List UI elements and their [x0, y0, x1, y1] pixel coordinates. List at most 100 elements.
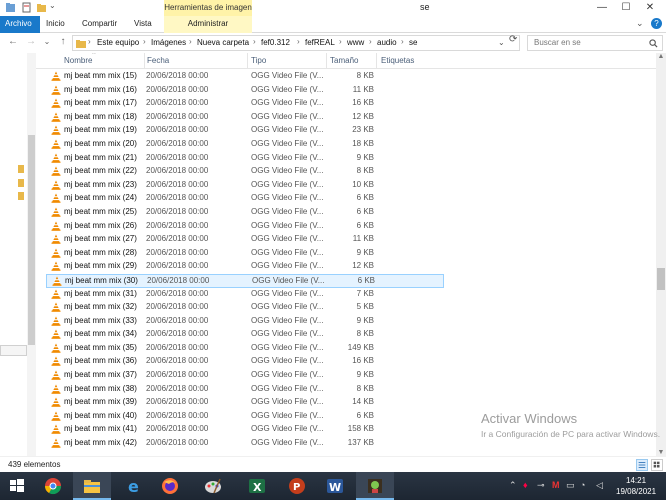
taskbar-file-explorer[interactable]: [73, 472, 111, 500]
vertical-scrollbar[interactable]: ▲ ▼: [656, 53, 666, 456]
breadcrumb-www[interactable]: www: [347, 38, 364, 47]
file-row[interactable]: mj beat mm mix (30) 20/06/2018 00:00 OGG V…: [46, 273, 444, 288]
nav-scrollbar-thumb[interactable]: [28, 135, 35, 345]
recent-locations-button[interactable]: ⌄: [40, 35, 54, 49]
file-row[interactable]: mj beat mm mix (33) 20/06/2018 00:00 OGG V…: [46, 315, 444, 329]
breadcrumb-fefreal[interactable]: fefREAL: [305, 38, 335, 47]
quick-access-icon[interactable]: [5, 2, 16, 13]
file-row[interactable]: mj beat mm mix (41) 20/06/2018 00:00 OGG V…: [46, 423, 444, 437]
taskbar-firefox[interactable]: [153, 472, 187, 500]
file-row[interactable]: mj beat mm mix (36) 20/06/2018 00:00 OGG V…: [46, 355, 444, 369]
taskbar-paint[interactable]: [196, 472, 230, 500]
breadcrumb-fef0312[interactable]: fef0.312: [261, 38, 290, 47]
file-row[interactable]: mj beat mm mix (32) 20/06/2018 00:00 OGG V…: [46, 301, 444, 315]
breadcrumb-imagenes[interactable]: Imágenes: [151, 38, 186, 47]
nav-scrollbar[interactable]: [27, 53, 36, 456]
details-view-button[interactable]: [636, 459, 648, 471]
tray-battery-icon[interactable]: ▭: [566, 480, 575, 491]
taskbar-edge[interactable]: e: [117, 472, 151, 500]
quick-access-dropdown[interactable]: ⌄: [49, 1, 56, 10]
file-row[interactable]: mj beat mm mix (20) 20/06/2018 00:00 OGG V…: [46, 138, 444, 152]
column-header-nombre[interactable]: Nombre: [64, 56, 92, 65]
tab-inicio[interactable]: Inicio: [40, 16, 71, 33]
taskbar-clock[interactable]: 14:21 19/08/2021: [616, 475, 656, 497]
address-dropdown-button[interactable]: ⌄: [498, 38, 505, 47]
file-row[interactable]: mj beat mm mix (35) 20/06/2018 00:00 OGG V…: [46, 342, 444, 356]
tab-vista[interactable]: Vista: [128, 16, 158, 33]
file-row[interactable]: mj beat mm mix (25) 20/06/2018 00:00 OGG V…: [46, 206, 444, 220]
tray-usb-icon[interactable]: ⊸: [537, 480, 545, 491]
file-row[interactable]: mj beat mm mix (18) 20/06/2018 00:00 OGG V…: [46, 111, 444, 125]
breadcrumb-este-equipo[interactable]: Este equipo: [97, 38, 139, 47]
file-row[interactable]: mj beat mm mix (29) 20/06/2018 00:00 OGG V…: [46, 260, 444, 274]
file-row[interactable]: mj beat mm mix (38) 20/06/2018 00:00 OGG V…: [46, 383, 444, 397]
folder-icon[interactable]: [18, 192, 24, 200]
tray-app-icon[interactable]: ♦: [523, 480, 528, 490]
taskbar-game-app[interactable]: [356, 472, 394, 500]
nav-item[interactable]: [0, 345, 27, 356]
minimize-button[interactable]: —: [590, 0, 614, 16]
tray-overflow-icon[interactable]: ⌃: [509, 480, 517, 491]
column-header-fecha[interactable]: Fecha: [147, 56, 169, 65]
breadcrumb-nueva-carpeta[interactable]: Nueva carpeta: [197, 38, 249, 47]
breadcrumb-audio[interactable]: audio: [377, 38, 397, 47]
file-row[interactable]: mj beat mm mix (37) 20/06/2018 00:00 OGG V…: [46, 369, 444, 383]
file-row[interactable]: mj beat mm mix (42) 20/06/2018 00:00 OGG V…: [46, 437, 444, 451]
column-divider[interactable]: [144, 53, 145, 69]
search-icon[interactable]: [649, 39, 658, 48]
scrollbar-thumb[interactable]: [657, 268, 665, 290]
address-bar[interactable]: › Este equipo › Imágenes › Nueva carpeta…: [72, 35, 520, 51]
tab-compartir[interactable]: Compartir: [76, 16, 123, 33]
file-row[interactable]: mj beat mm mix (23) 20/06/2018 00:00 OGG V…: [46, 179, 444, 193]
file-row[interactable]: mj beat mm mix (26) 20/06/2018 00:00 OGG V…: [46, 220, 444, 234]
tray-network-icon[interactable]: ◔: [580, 480, 585, 490]
back-button[interactable]: ←: [6, 35, 20, 49]
taskbar-word[interactable]: W: [318, 472, 352, 500]
file-row[interactable]: mj beat mm mix (40) 20/06/2018 00:00 OGG V…: [46, 410, 444, 424]
refresh-button[interactable]: ⟳: [509, 34, 517, 45]
file-row[interactable]: mj beat mm mix (39) 20/06/2018 00:00 OGG V…: [46, 396, 444, 410]
start-button[interactable]: [0, 472, 34, 500]
scroll-down-button[interactable]: ▼: [656, 449, 666, 456]
breadcrumb-se[interactable]: se: [409, 38, 417, 47]
taskbar-excel[interactable]: X: [240, 472, 274, 500]
tab-administrar[interactable]: Administrar: [164, 16, 252, 33]
taskbar-chrome[interactable]: [36, 472, 70, 500]
search-input[interactable]: Buscar en se: [527, 35, 663, 51]
file-row[interactable]: mj beat mm mix (31) 20/06/2018 00:00 OGG V…: [46, 288, 444, 302]
column-header-tipo[interactable]: Tipo: [251, 56, 266, 65]
file-row[interactable]: mj beat mm mix (17) 20/06/2018 00:00 OGG V…: [46, 97, 444, 111]
file-row[interactable]: mj beat mm mix (22) 20/06/2018 00:00 OGG V…: [46, 165, 444, 179]
large-icons-view-button[interactable]: [651, 459, 663, 471]
file-row[interactable]: mj beat mm mix (15) 20/06/2018 00:00 OGG V…: [46, 70, 444, 84]
scroll-up-button[interactable]: ▲: [656, 53, 666, 60]
file-row[interactable]: mj beat mm mix (27) 20/06/2018 00:00 OGG V…: [46, 233, 444, 247]
tab-archivo[interactable]: Archivo: [0, 16, 40, 33]
file-row[interactable]: mj beat mm mix (21) 20/06/2018 00:00 OGG V…: [46, 152, 444, 166]
ribbon-collapse-button[interactable]: ⌄: [636, 18, 644, 29]
maximize-button[interactable]: ☐: [614, 0, 638, 16]
forward-button[interactable]: →: [24, 35, 38, 49]
new-folder-icon[interactable]: [36, 2, 47, 13]
close-button[interactable]: ✕: [638, 0, 662, 16]
file-row[interactable]: mj beat mm mix (34) 20/06/2018 00:00 OGG V…: [46, 328, 444, 342]
taskbar-powerpoint[interactable]: P: [280, 472, 314, 500]
column-divider[interactable]: [326, 53, 327, 69]
folder-icon[interactable]: [18, 179, 24, 187]
file-list[interactable]: ⌃ Nombre Fecha Tipo Tamaño Etiquetas mj …: [36, 53, 656, 456]
folder-icon[interactable]: [18, 165, 24, 173]
help-button[interactable]: ?: [651, 18, 662, 29]
up-button[interactable]: ↑: [56, 35, 70, 49]
tray-volume-icon[interactable]: ◁: [596, 480, 603, 491]
file-row[interactable]: mj beat mm mix (28) 20/06/2018 00:00 OGG V…: [46, 247, 444, 261]
tray-antivirus-icon[interactable]: M: [552, 480, 560, 490]
file-row[interactable]: mj beat mm mix (16) 20/06/2018 00:00 OGG V…: [46, 84, 444, 98]
column-divider[interactable]: [247, 53, 248, 69]
navigation-pane[interactable]: [0, 53, 36, 456]
column-header-etiquetas[interactable]: Etiquetas: [381, 56, 414, 65]
properties-icon[interactable]: [21, 2, 32, 13]
column-header-tamano[interactable]: Tamaño: [330, 56, 358, 65]
column-divider[interactable]: [376, 53, 377, 69]
file-row[interactable]: mj beat mm mix (24) 20/06/2018 00:00 OGG V…: [46, 192, 444, 206]
file-row[interactable]: mj beat mm mix (19) 20/06/2018 00:00 OGG V…: [46, 124, 444, 138]
